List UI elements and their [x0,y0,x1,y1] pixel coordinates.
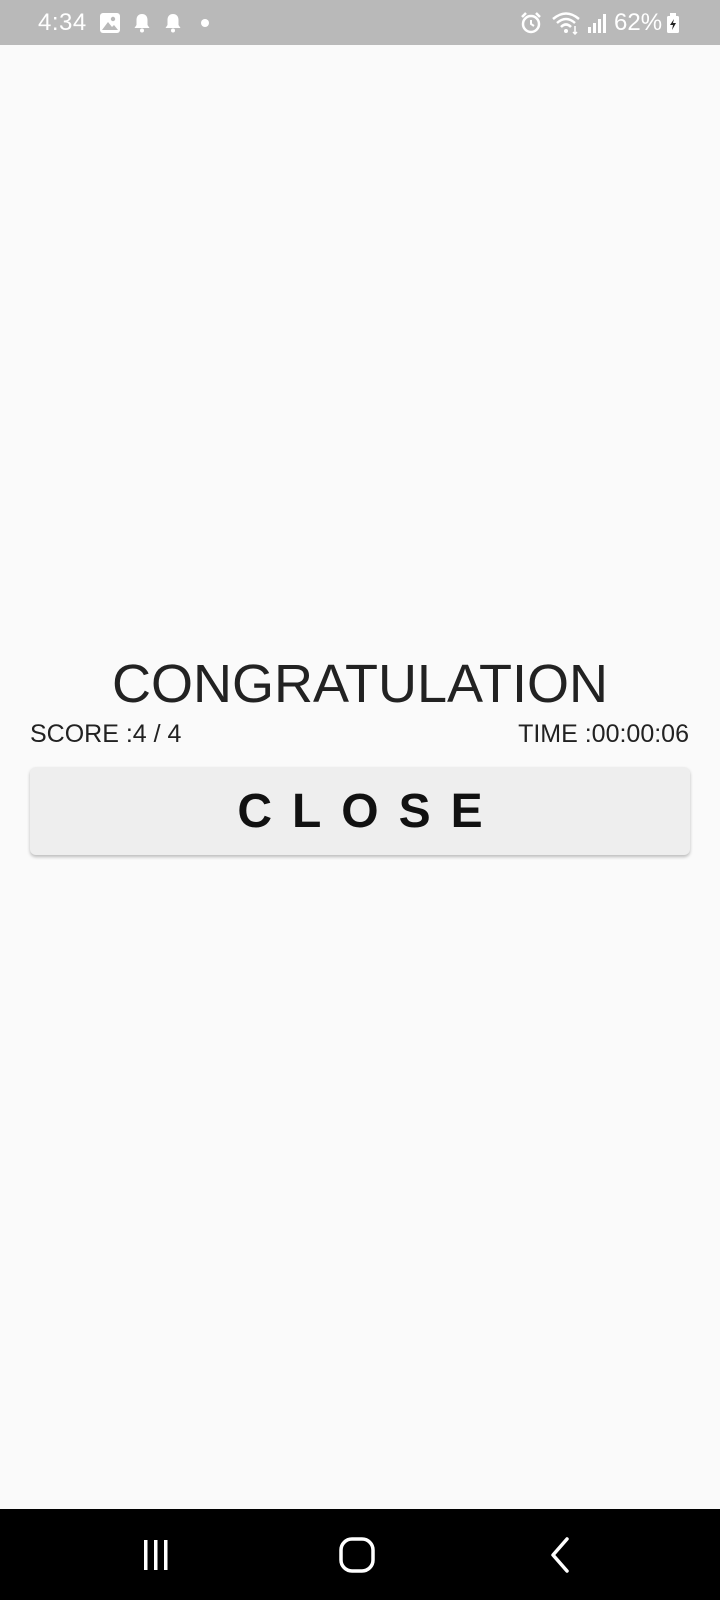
dot-icon [196,0,214,45]
back-icon [551,1536,569,1573]
home-button[interactable] [297,1509,417,1600]
wifi-icon [550,0,582,45]
alarm-icon [518,0,544,45]
recent-apps-button[interactable] [96,1509,216,1600]
battery-icon [665,0,681,45]
time-text: TIME :00:00:06 [518,720,689,748]
score-text: SCORE :4 / 4 [30,720,182,748]
navigation-bar [0,1509,720,1600]
notification-bell-icon [161,0,185,45]
gallery-icon [98,0,122,45]
back-button[interactable] [500,1509,620,1600]
battery-percentage: 62% [614,9,663,36]
status-time: 4:34 [38,9,87,36]
status-bar: 4:34 62% [0,0,720,45]
close-button[interactable]: CLOSE [30,767,690,855]
home-icon [339,1536,375,1573]
signal-icon [584,0,610,45]
recent-apps-icon [144,1539,168,1570]
notification-bell-icon [130,0,154,45]
congratulation-title: CONGRATULATION [111,654,609,714]
